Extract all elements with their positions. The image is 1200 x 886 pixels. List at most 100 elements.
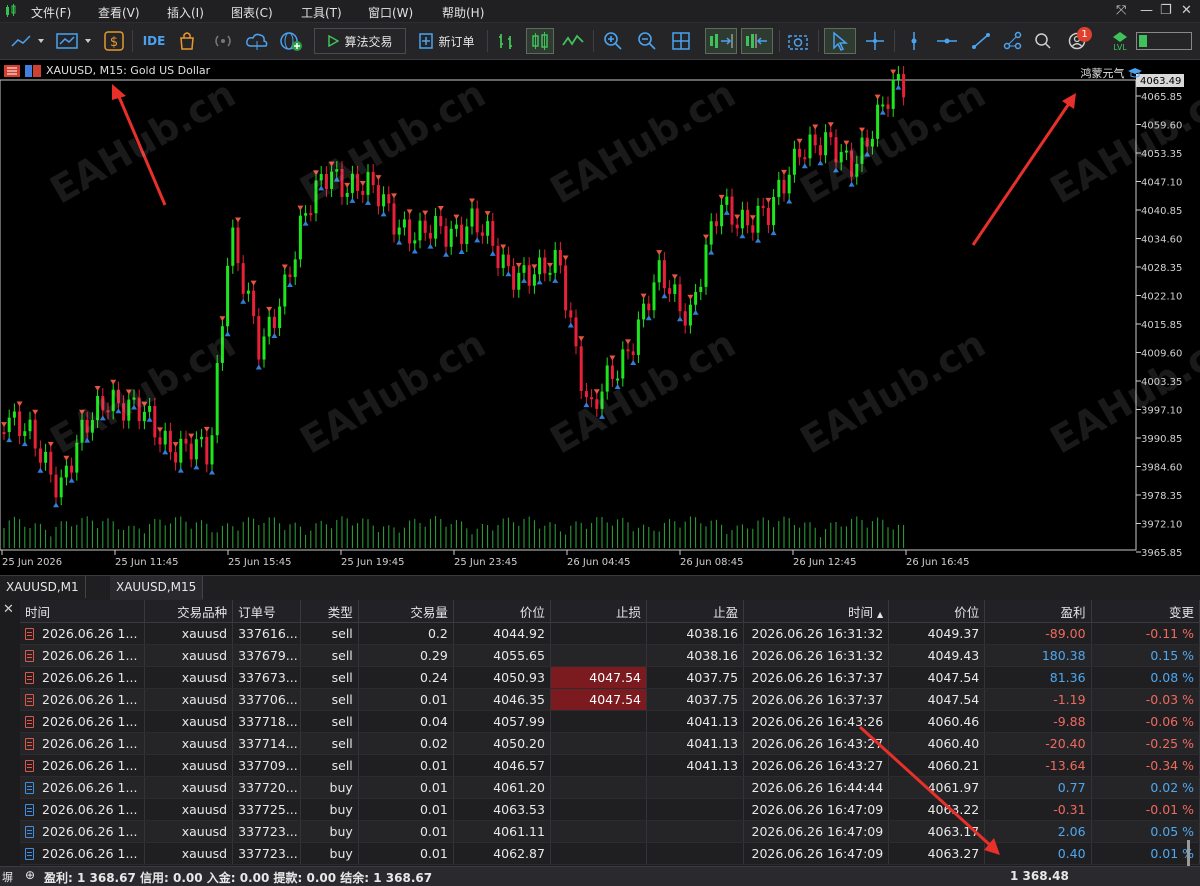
search-button[interactable] xyxy=(1032,28,1054,54)
sell-arrow-marker xyxy=(47,441,54,447)
menu-charts[interactable]: 图表(C) xyxy=(231,4,273,21)
restore-icon[interactable]: ❐ xyxy=(1160,3,1172,18)
table-row[interactable]: 2026.06.26 1... xauusd 337673... sell 0.24 40… xyxy=(20,666,1200,689)
candle-body xyxy=(460,224,464,244)
candle-body xyxy=(558,249,562,266)
cell-ticket: 337720... xyxy=(232,776,301,799)
horizontal-line-button[interactable] xyxy=(934,28,960,54)
level-button[interactable]: LVL xyxy=(1110,28,1130,54)
cursor-tool-button[interactable] xyxy=(824,28,856,54)
cell-open-time: 2026.06.26 1... xyxy=(20,666,146,689)
expand-icon[interactable]: ⊕ xyxy=(25,868,35,882)
table-row[interactable]: 2026.06.26 1... xauusd 337723... buy 0.01 406… xyxy=(20,820,1200,843)
level-icon xyxy=(1113,31,1127,42)
expert-advisor-label[interactable]: 鸿蒙元气 xyxy=(1081,65,1142,81)
zoom-in-button[interactable] xyxy=(600,28,626,54)
cell-price: 4061.97 xyxy=(888,776,986,799)
buy-arrow-marker xyxy=(723,209,730,215)
col-header-change[interactable]: 变更 xyxy=(1091,600,1200,623)
candle-body xyxy=(454,224,458,229)
vertical-line-button[interactable] xyxy=(902,28,926,54)
price-chart[interactable]: 4065.85 4059.60 4053.35 4047.10 4040.85 4034.… xyxy=(0,60,1200,575)
table-row[interactable]: 2026.06.26 1... xauusd 337723... buy 0.01 406… xyxy=(20,842,1200,865)
menu-file[interactable]: 文件(F) xyxy=(31,4,71,21)
col-header-open-time[interactable]: 时间 xyxy=(20,600,146,623)
chart-canvas[interactable]: 4065.85 4059.60 4053.35 4047.10 4040.85 4034.… xyxy=(0,60,1200,575)
zoom-out-button[interactable] xyxy=(634,28,660,54)
tab-xauusd-m15[interactable]: XAUUSD,M15 xyxy=(110,576,204,600)
trade-panel-icon[interactable] xyxy=(4,64,20,77)
table-row[interactable]: 2026.06.26 1... xauusd 337718... sell 0.04 40… xyxy=(20,710,1200,733)
col-header-take-profit[interactable]: 止盈 xyxy=(646,600,745,623)
cell-volume: 0.02 xyxy=(358,732,454,755)
tile-windows-button[interactable] xyxy=(668,28,694,54)
objects-button[interactable] xyxy=(1000,28,1026,54)
screenshot-button[interactable] xyxy=(785,28,811,54)
table-row[interactable]: 2026.06.26 1... xauusd 337725... buy 0.01 406… xyxy=(20,798,1200,821)
cell-stop-loss xyxy=(550,732,647,755)
col-header-symbol[interactable]: 交易品种 xyxy=(144,600,234,623)
col-header-price[interactable]: 价位 xyxy=(888,600,986,623)
cell-stop-loss xyxy=(550,798,647,821)
table-row[interactable]: 2026.06.26 1... xauusd 337714... sell 0.02 40… xyxy=(20,732,1200,755)
col-header-volume[interactable]: 交易量 xyxy=(358,600,454,623)
col-header-open-price[interactable]: 价位 xyxy=(453,600,551,623)
menu-window[interactable]: 窗口(W) xyxy=(368,4,413,21)
crosshair-button[interactable] xyxy=(862,28,888,54)
cell-open-time-text: 2026.06.26 1... xyxy=(42,670,138,685)
line-chart-button[interactable] xyxy=(560,28,586,54)
tab-xauusd-m1[interactable]: XAUUSD,M1 xyxy=(0,576,86,598)
signals-button[interactable]: $ xyxy=(102,28,126,54)
table-row[interactable]: 2026.06.26 1... xauusd 337706... sell 0.01 40… xyxy=(20,688,1200,711)
depth-of-market-icon[interactable] xyxy=(25,64,41,77)
cell-change: -0.25 % xyxy=(1091,732,1200,755)
market-button[interactable] xyxy=(176,28,198,54)
candle-body xyxy=(527,265,531,286)
radio-waves-icon xyxy=(215,35,231,47)
signal-radio-button[interactable] xyxy=(210,28,236,54)
cell-time: 2026.06.26 16:47:09 xyxy=(743,798,890,821)
candle-body xyxy=(70,465,74,473)
account-button[interactable]: 1 xyxy=(1062,27,1094,54)
trendline-button[interactable] xyxy=(968,28,994,54)
bar-chart-button[interactable] xyxy=(494,28,518,54)
menu-tools[interactable]: 工具(T) xyxy=(301,4,342,21)
menu-view[interactable]: 查看(V) xyxy=(98,4,140,21)
algo-trading-button[interactable]: 算法交易 xyxy=(314,28,406,54)
ide-button[interactable]: IDE xyxy=(140,28,168,54)
menu-insert[interactable]: 插入(I) xyxy=(167,4,204,21)
vps-button[interactable] xyxy=(244,28,270,54)
pin-icon[interactable]: ⤧ xyxy=(1116,3,1126,18)
close-icon[interactable]: ✕ xyxy=(1181,3,1192,18)
sell-arrow-marker xyxy=(266,306,273,312)
chart-shift-button[interactable] xyxy=(741,28,773,54)
level-label: LVL xyxy=(1113,42,1127,52)
col-header-stop-loss[interactable]: 止损 xyxy=(550,600,647,623)
col-header-profit[interactable]: 盈利 xyxy=(984,600,1092,623)
table-row[interactable]: 2026.06.26 1... xauusd 337709... sell 0.01 40… xyxy=(20,754,1200,777)
col-header-type[interactable]: 类型 xyxy=(300,600,359,623)
candle-body xyxy=(179,438,183,463)
candle-body xyxy=(75,442,79,473)
cell-profit: 0.77 xyxy=(984,776,1092,799)
sell-arrow-marker xyxy=(344,182,351,188)
cell-change: 0.02 % xyxy=(1091,776,1200,799)
minimize-icon[interactable]: — xyxy=(1140,3,1153,18)
table-row[interactable]: 2026.06.26 1... xauusd 337616... sell 0.2 404… xyxy=(20,622,1200,645)
candlestick-button[interactable] xyxy=(526,28,554,54)
new-order-button[interactable]: 新订单 xyxy=(412,28,482,54)
buy-arrow-marker xyxy=(209,469,215,475)
indicator-dropdown[interactable] xyxy=(54,28,94,54)
table-row[interactable]: 2026.06.26 1... xauusd 337720... buy 0.01 406… xyxy=(20,776,1200,799)
buy-arrow-marker xyxy=(146,416,153,422)
candle-body xyxy=(673,284,677,294)
add-server-button[interactable] xyxy=(278,28,304,54)
col-header-ticket[interactable]: 订单号 xyxy=(232,600,301,623)
table-row[interactable]: 2026.06.26 1... xauusd 337679... sell 0.29 40… xyxy=(20,644,1200,667)
chart-type-dropdown[interactable] xyxy=(8,28,48,54)
close-panel-icon[interactable]: ✕ xyxy=(3,602,14,617)
col-header-time[interactable]: 时间 ▲ xyxy=(743,600,890,623)
menu-help[interactable]: 帮助(H) xyxy=(442,4,484,21)
autoscroll-button[interactable] xyxy=(705,28,737,54)
candle-body xyxy=(319,174,323,181)
